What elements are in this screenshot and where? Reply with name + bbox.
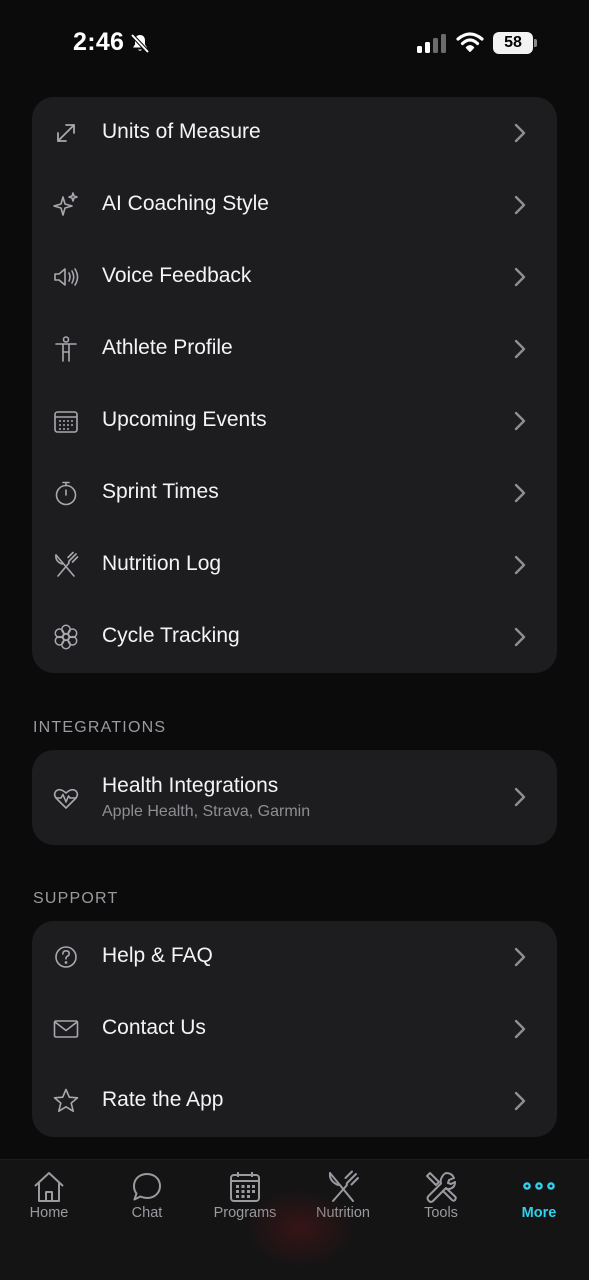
integrations-card: Health Integrations Apple Health, Strava… (32, 750, 557, 845)
support-section-title: SUPPORT (33, 890, 119, 907)
chat-bubble-icon (130, 1170, 164, 1204)
tab-label: Chat (131, 1205, 163, 1221)
star-icon (52, 1087, 80, 1115)
stopwatch-icon (52, 479, 80, 507)
tab-home[interactable]: Home (0, 1160, 98, 1240)
cellular-signal-icon (417, 33, 449, 58)
help-faq-row[interactable]: Help & FAQ (32, 921, 557, 993)
tab-label: Tools (424, 1205, 458, 1221)
chevron-right-icon (513, 410, 527, 432)
row-label: Help & FAQ (102, 944, 213, 967)
contact-us-row[interactable]: Contact Us (32, 993, 557, 1065)
flower-icon (52, 623, 80, 651)
tab-label: More (521, 1205, 557, 1221)
chevron-right-icon (513, 554, 527, 576)
status-bar: 2:46 58 (0, 0, 589, 88)
row-label: Upcoming Events (102, 408, 267, 431)
status-time: 2:46 (73, 28, 125, 56)
rate-the-app-row[interactable]: Rate the App (32, 1065, 557, 1137)
row-label: Units of Measure (102, 120, 261, 143)
speaker-icon (52, 263, 80, 291)
settings-card: Units of Measure AI Coaching Style Voice… (32, 97, 557, 673)
home-indicator-glow (245, 1188, 355, 1268)
row-label: Contact Us (102, 1016, 206, 1039)
tab-chat[interactable]: Chat (98, 1160, 196, 1240)
arrows-diagonal-icon (52, 119, 80, 147)
support-card: Help & FAQ Contact Us Rate the App (32, 921, 557, 1137)
chevron-right-icon (513, 482, 527, 504)
calendar-icon (52, 407, 80, 435)
chevron-right-icon (513, 946, 527, 968)
chevron-right-icon (513, 122, 527, 144)
envelope-icon (52, 1015, 80, 1043)
row-label: Nutrition Log (102, 552, 222, 575)
house-icon (32, 1170, 66, 1204)
bell-slash-icon (129, 32, 151, 59)
nutrition-log-row[interactable]: Nutrition Log (32, 529, 557, 601)
row-label: Cycle Tracking (102, 624, 240, 647)
chevron-right-icon (513, 338, 527, 360)
units-of-measure-row[interactable]: Units of Measure (32, 97, 557, 169)
health-integrations-row[interactable]: Health Integrations Apple Health, Strava… (32, 750, 557, 845)
tools-icon (424, 1170, 458, 1204)
row-label: Voice Feedback (102, 264, 252, 287)
upcoming-events-row[interactable]: Upcoming Events (32, 385, 557, 457)
row-label: AI Coaching Style (102, 192, 269, 215)
chevron-right-icon (513, 786, 527, 808)
sparkles-icon (52, 191, 80, 219)
heart-pulse-icon (52, 784, 80, 812)
tab-label: Home (29, 1205, 69, 1221)
row-label: Rate the App (102, 1088, 224, 1111)
cycle-tracking-row[interactable]: Cycle Tracking (32, 601, 557, 673)
chevron-right-icon (513, 194, 527, 216)
integrations-section-title: INTEGRATIONS (33, 719, 167, 736)
chevron-right-icon (513, 1090, 527, 1112)
tab-more[interactable]: More (490, 1160, 588, 1240)
ai-coaching-style-row[interactable]: AI Coaching Style (32, 169, 557, 241)
chevron-right-icon (513, 1018, 527, 1040)
voice-feedback-row[interactable]: Voice Feedback (32, 241, 557, 313)
ellipsis-icon (522, 1170, 556, 1204)
row-subtitle: Apple Health, Strava, Garmin (102, 803, 311, 820)
figure-icon (52, 335, 80, 363)
chevron-right-icon (513, 626, 527, 648)
battery-icon: 58 (493, 32, 537, 54)
row-label: Athlete Profile (102, 336, 233, 359)
athlete-profile-row[interactable]: Athlete Profile (32, 313, 557, 385)
chevron-right-icon (513, 266, 527, 288)
wifi-icon (456, 31, 484, 58)
fork-knife-icon (52, 551, 80, 579)
question-circle-icon (52, 943, 80, 971)
sprint-times-row[interactable]: Sprint Times (32, 457, 557, 529)
tab-tools[interactable]: Tools (392, 1160, 490, 1240)
row-label: Sprint Times (102, 480, 219, 503)
battery-level: 58 (493, 32, 533, 54)
row-label: Health Integrations (102, 774, 279, 797)
